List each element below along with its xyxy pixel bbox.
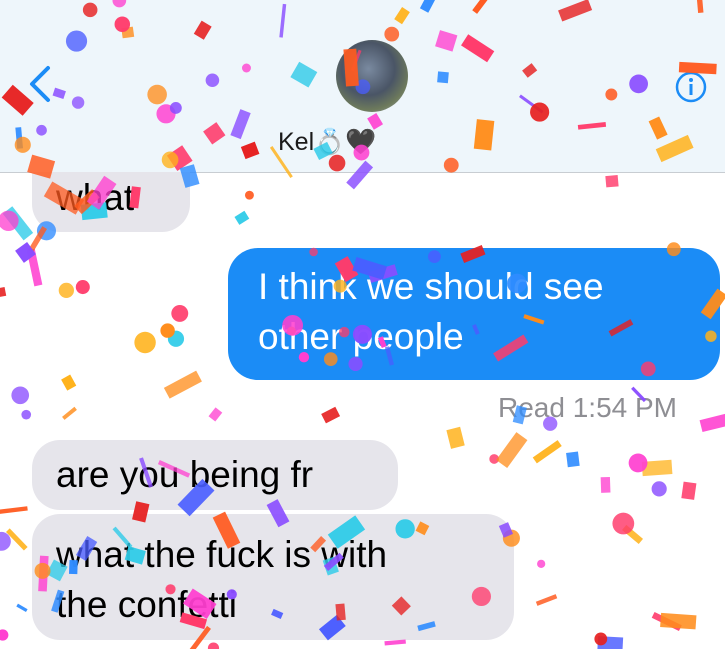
message-text-line: what the fuck is with <box>56 534 388 575</box>
message-text: are you being fr <box>56 454 314 495</box>
confetti-piece <box>167 330 185 347</box>
confetti-piece <box>384 639 406 646</box>
confetti-piece <box>134 331 156 354</box>
confetti-piece <box>0 629 9 641</box>
contact-name[interactable]: Kel💍🖤 <box>278 128 376 160</box>
confetti-piece <box>58 282 74 298</box>
confetti-piece <box>0 210 19 232</box>
confetti-piece <box>62 406 77 420</box>
confetti-piece <box>0 531 11 551</box>
confetti-piece <box>496 432 528 469</box>
conversation-header: Kel💍🖤 <box>0 0 725 173</box>
confetti-piece <box>207 642 220 649</box>
confetti-piece <box>160 323 175 338</box>
confetti-piece <box>699 413 725 433</box>
read-receipt: Read 1:54 PM <box>498 392 677 424</box>
confetti-piece <box>641 459 673 477</box>
confetti-piece <box>0 287 7 298</box>
confetti-piece <box>651 481 667 497</box>
confetti-piece <box>566 451 580 468</box>
message-bubble-incoming[interactable]: what the fuck is with the confetti <box>32 514 514 640</box>
info-icon[interactable] <box>674 70 708 104</box>
confetti-piece <box>605 174 619 188</box>
confetti-piece <box>660 612 697 630</box>
confetti-piece <box>622 524 644 544</box>
contact-name-emoji: 💍🖤 <box>314 128 377 156</box>
message-text: what <box>56 177 135 218</box>
confetti-piece <box>16 603 28 613</box>
back-chevron-icon[interactable] <box>22 62 62 106</box>
confetti-piece <box>15 242 36 263</box>
confetti-piece <box>26 248 43 287</box>
message-text-line: other people <box>258 316 464 357</box>
confetti-piece <box>0 506 28 515</box>
confetti-piece <box>208 407 223 422</box>
confetti-piece <box>244 190 254 200</box>
confetti-piece <box>61 374 77 391</box>
confetti-piece <box>535 594 558 606</box>
confetti-piece <box>628 453 648 473</box>
confetti-piece <box>612 512 635 535</box>
contact-avatar[interactable] <box>336 40 408 112</box>
confetti-piece <box>5 528 28 551</box>
confetti-piece <box>681 481 697 500</box>
confetti-piece <box>489 454 500 464</box>
confetti-piece <box>537 559 546 568</box>
confetti-piece <box>594 632 608 646</box>
message-bubble-outgoing[interactable]: I think we should see other people <box>228 248 720 380</box>
read-label: Read <box>498 392 565 423</box>
message-text-line: I think we should see <box>258 266 604 307</box>
confetti-piece <box>532 440 562 464</box>
confetti-piece <box>2 206 34 241</box>
confetti-piece <box>321 406 341 424</box>
confetti-piece <box>597 636 624 649</box>
confetti-piece <box>28 226 47 253</box>
confetti-piece <box>163 370 202 399</box>
confetti-piece <box>651 611 682 632</box>
confetti-piece <box>75 280 90 295</box>
confetti-piece <box>171 304 189 322</box>
confetti-piece <box>11 386 30 405</box>
contact-name-text: Kel <box>278 128 315 156</box>
confetti-piece <box>600 476 611 493</box>
message-bubble-incoming[interactable]: what <box>32 172 190 232</box>
message-bubble-incoming[interactable]: are you being fr <box>32 440 398 510</box>
read-time: 1:54 PM <box>572 392 677 423</box>
confetti-piece <box>234 210 250 225</box>
message-text-line: the confetti <box>56 584 238 625</box>
confetti-piece <box>21 409 32 420</box>
confetti-piece <box>446 426 465 449</box>
